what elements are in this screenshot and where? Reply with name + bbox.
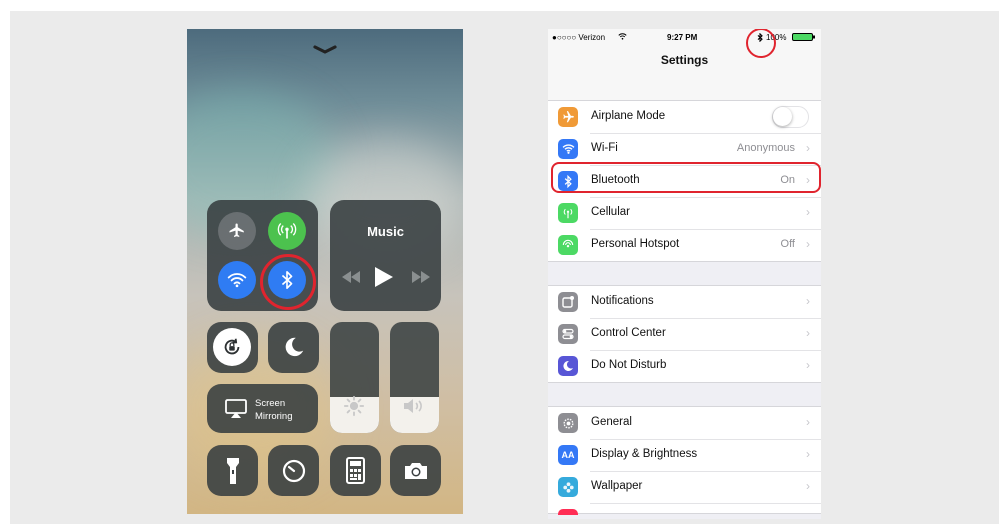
rotation-lock-icon: [224, 338, 240, 355]
settings-row-control-center[interactable]: Control Center ›: [548, 318, 821, 350]
hotspot-icon: [558, 235, 578, 255]
antenna-icon: [277, 223, 297, 239]
row-label: Control Center: [591, 327, 666, 339]
chevron-right-icon: ›: [806, 205, 810, 219]
notifications-icon: [558, 292, 578, 312]
cellular-icon: [558, 203, 578, 223]
settings-row-do-not-disturb[interactable]: Do Not Disturb ›: [548, 350, 821, 382]
status-bar: ●○○○○ Verizon 9:27 PM 100%: [548, 29, 821, 49]
status-time: 9:27 PM: [667, 33, 698, 42]
rotation-lock-tile[interactable]: [207, 322, 258, 373]
settings-row-notifications[interactable]: Notifications ›: [548, 286, 821, 318]
chevron-right-icon: ›: [806, 447, 810, 461]
volume-slider[interactable]: [390, 322, 439, 433]
chevron-right-icon: ›: [806, 358, 810, 372]
speaker-icon: [404, 399, 422, 413]
play-icon[interactable]: [375, 267, 393, 287]
chevron-right-icon: ›: [806, 326, 810, 340]
bluetooth-highlight-circle: [260, 254, 316, 310]
page-title: Settings: [660, 53, 709, 67]
music-label: Music: [367, 224, 404, 239]
screen-mirroring-button[interactable]: Screen Mirroring: [207, 384, 318, 433]
camera-icon: [405, 463, 427, 479]
chevron-right-icon: ›: [806, 141, 810, 155]
screen-mirroring-label: Screen Mirroring: [255, 398, 293, 422]
bluetooth-row-highlight-box: [551, 162, 821, 193]
display-icon: AA: [558, 445, 578, 465]
chevron-right-icon: ›: [806, 237, 810, 251]
battery-icon: [792, 33, 815, 41]
wifi-icon: [558, 139, 578, 159]
navigation-bar: ●○○○○ Verizon 9:27 PM 100% Settings: [548, 29, 821, 101]
airplay-icon: [225, 399, 247, 418]
next-track-icon[interactable]: [412, 271, 430, 283]
settings-row-wallpaper[interactable]: Wallpaper ›: [548, 471, 821, 503]
row-label: Display & Brightness: [591, 448, 698, 460]
airplane-icon: [229, 223, 244, 237]
row-label: Cellular: [591, 206, 630, 218]
row-label: Wallpaper: [591, 480, 643, 492]
chevron-right-icon: ›: [806, 415, 810, 429]
row-label: Do Not Disturb: [591, 359, 667, 371]
settings-screen: ●○○○○ Verizon 9:27 PM 100% Settings Airp…: [548, 29, 821, 519]
app-icon: [558, 509, 578, 515]
cellular-data-button[interactable]: [268, 212, 306, 250]
moon-icon: [285, 337, 304, 357]
settings-row-general[interactable]: General ›: [548, 407, 821, 439]
wifi-icon: [227, 273, 247, 288]
airplane-icon: [558, 107, 578, 127]
chevron-down-icon[interactable]: [311, 43, 339, 57]
control-center-screen: Music Screen Mirroring: [187, 29, 463, 514]
moon-icon: [558, 356, 578, 376]
timer-icon: [282, 459, 306, 483]
image-frame: [10, 11, 999, 524]
row-label: Wi-Fi: [591, 142, 618, 154]
flashlight-icon: [227, 458, 239, 484]
row-value: Off: [780, 238, 795, 250]
airplane-mode-toggle[interactable]: [772, 106, 809, 128]
chevron-right-icon: ›: [806, 294, 810, 308]
row-label: Notifications: [591, 295, 654, 307]
settings-row-cellular[interactable]: Cellular ›: [548, 197, 821, 229]
music-tile[interactable]: Music: [330, 200, 441, 311]
carrier-label: ●○○○○ Verizon: [552, 33, 606, 42]
timer-button[interactable]: [268, 445, 319, 496]
camera-button[interactable]: [390, 445, 441, 496]
gear-icon: [558, 413, 578, 433]
wifi-button[interactable]: [218, 261, 256, 299]
control-center-icon: [558, 324, 578, 344]
calculator-button[interactable]: [330, 445, 381, 496]
airplane-mode-button[interactable]: [218, 212, 256, 250]
settings-row-wifi[interactable]: Wi-Fi Anonymous ›: [548, 133, 821, 165]
settings-row-personal-hotspot[interactable]: Personal Hotspot Off ›: [548, 229, 821, 261]
settings-group-general: General › AA Display & Brightness › Wall…: [548, 406, 821, 515]
row-label: Airplane Mode: [591, 110, 666, 122]
flashlight-button[interactable]: [207, 445, 258, 496]
brightness-slider[interactable]: [330, 322, 379, 433]
wifi-signal-icon: [618, 33, 627, 40]
row-label: General: [591, 416, 632, 428]
settings-group-system: Notifications › Control Center › Do Not …: [548, 285, 821, 383]
status-bluetooth-highlight-circle: [746, 29, 776, 58]
previous-track-icon[interactable]: [342, 271, 360, 283]
do-not-disturb-tile[interactable]: [268, 322, 319, 373]
chevron-right-icon: ›: [806, 479, 810, 493]
calculator-icon: [346, 457, 365, 484]
settings-row-airplane-mode[interactable]: Airplane Mode: [548, 101, 821, 133]
row-value: Anonymous: [736, 142, 795, 154]
wallpaper-icon: [558, 477, 578, 497]
row-label: Personal Hotspot: [591, 238, 680, 250]
settings-row-next-partial[interactable]: [548, 503, 821, 515]
sun-icon: [343, 395, 365, 417]
settings-row-display-brightness[interactable]: AA Display & Brightness ›: [548, 439, 821, 471]
